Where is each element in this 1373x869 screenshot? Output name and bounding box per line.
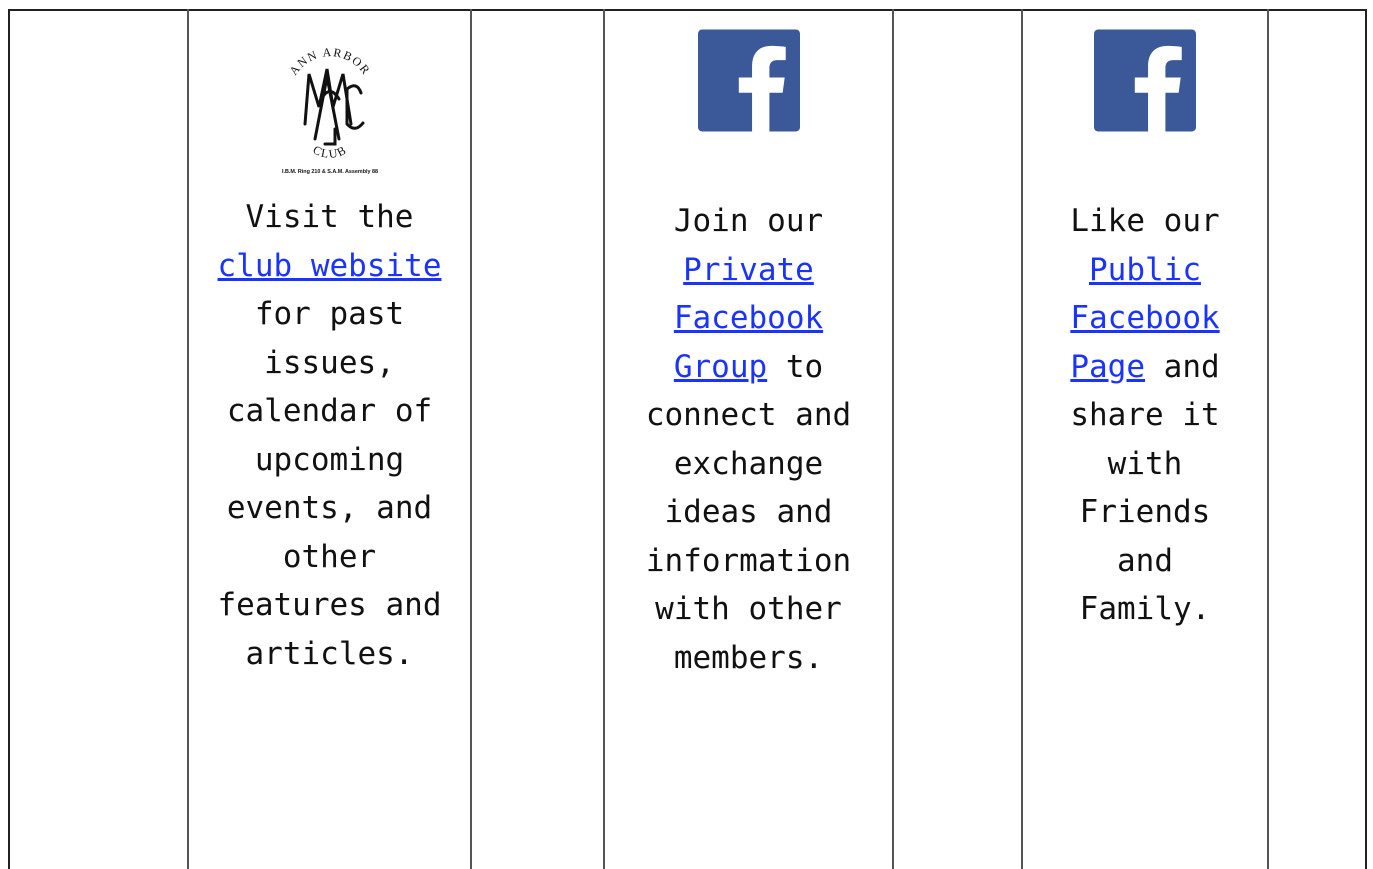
svg-text:I.B.M. Ring 210 & S.A.M. Assem: I.B.M. Ring 210 & S.A.M. Assembly 88 (282, 169, 378, 175)
svg-text:ANN ARBOR: ANN ARBOR (286, 45, 373, 78)
private-group-cell: Join our Private Facebook Group to conne… (605, 9, 892, 682)
facebook-icon (697, 29, 800, 132)
column-divider (1267, 9, 1269, 869)
magic-club-logo: ANN ARBOR CLUB I.B.M. Ring 210 & S.A.M. … (282, 45, 378, 175)
private-group-text: Join our Private Facebook Group to conne… (645, 203, 852, 676)
column-divider (892, 9, 894, 869)
column-divider (470, 9, 472, 869)
facebook-icon (1094, 29, 1196, 132)
public-page-text: Like our Public Facebook Page and share … (1070, 203, 1220, 627)
club-website-link[interactable]: club website (218, 248, 442, 284)
club-website-cell: ANN ARBOR CLUB I.B.M. Ring 210 & S.A.M. … (189, 9, 470, 678)
public-page-cell: Like our Public Facebook Page and share … (1023, 9, 1267, 634)
club-website-text: Visit the club website for past issues, … (217, 199, 442, 672)
